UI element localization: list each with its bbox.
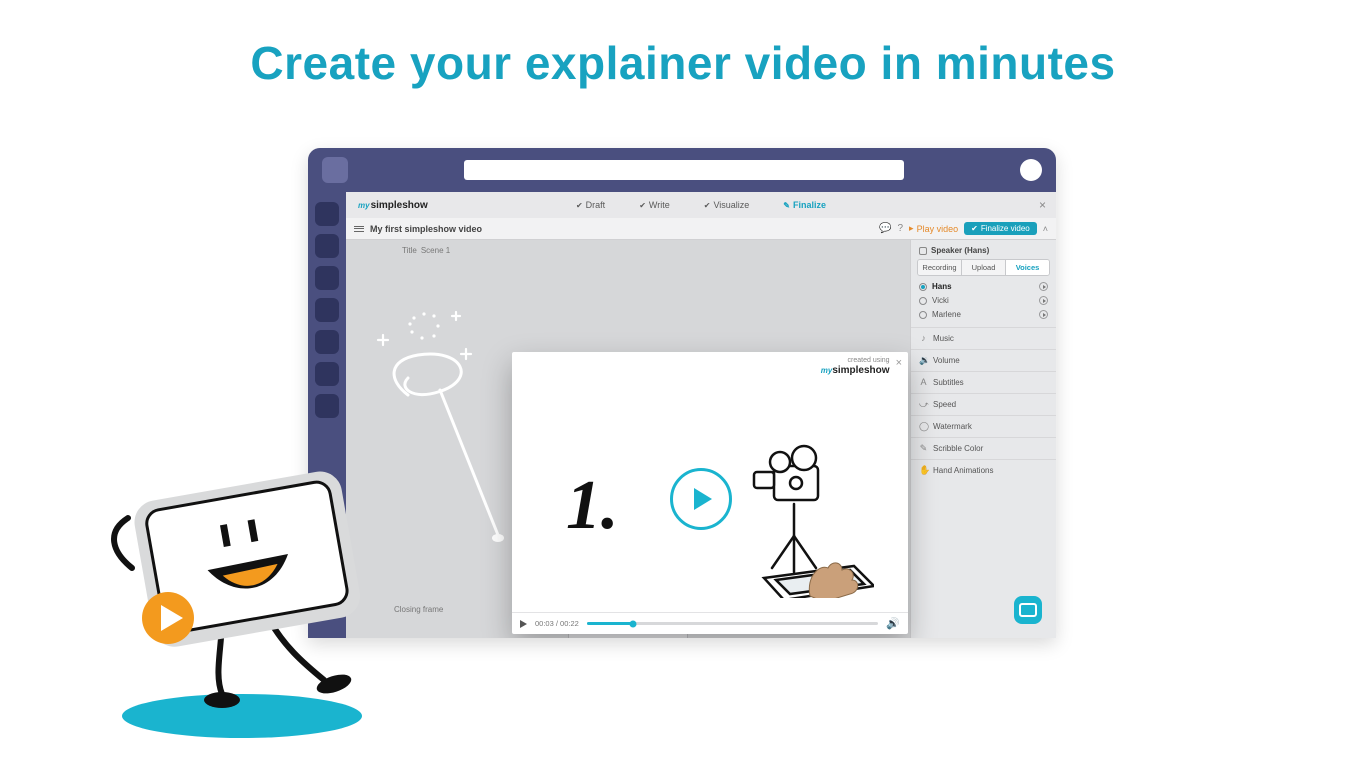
volume-icon: 🔉 [919,356,928,365]
mic-icon [919,247,927,255]
step-draft[interactable]: ✔Draft [576,200,605,210]
rail-item[interactable] [315,394,339,418]
rail-item[interactable] [315,362,339,386]
chat-icon[interactable]: 💬 [879,223,891,234]
rail-item[interactable] [315,266,339,290]
preview-voice-icon[interactable] [1039,310,1048,319]
app-menu-icon[interactable] [322,157,348,183]
project-title: My first simpleshow video [370,224,482,234]
play-icon: ▸ [909,223,914,234]
setting-scribble[interactable]: ✎Scribble Color [911,437,1056,459]
close-icon[interactable]: × [896,357,902,369]
speaker-tabs: Recording Upload Voices [917,259,1050,276]
speaker-section[interactable]: Speaker (Hans) [911,240,1056,259]
simpleshow-app: mysimpleshow ✔Draft ✔Write ✔Visualize ✎F… [346,192,1056,638]
hand-icon: ✋ [919,466,928,475]
finalize-video-button[interactable]: ✔ Finalize video [964,222,1037,235]
voice-option[interactable]: Marlene [919,310,1048,319]
canvas-area: TitleScene 1 Closing frame [346,240,910,638]
play-icon[interactable] [520,620,527,628]
preview-voice-icon[interactable] [1039,282,1048,291]
setting-hand[interactable]: ✋Hand Animations [911,459,1056,481]
video-controls: 00:03 / 00:22 🔊 [512,612,908,634]
rail-item[interactable] [315,298,339,322]
scene-label: TitleScene 1 [402,246,450,255]
time-display: 00:03 / 00:22 [535,619,579,628]
setting-watermark[interactable]: ◯Watermark [911,415,1056,437]
video-frame[interactable]: 1 [512,380,908,612]
setting-volume[interactable]: 🔉Volume [911,349,1056,371]
voice-option[interactable]: Hans [919,282,1048,291]
created-using-label: created using mysimpleshow [821,357,890,376]
play-button[interactable] [670,468,732,530]
setting-subtitles[interactable]: ASubtitles [911,371,1056,393]
step-number: 1 [566,466,619,546]
tab-upload[interactable]: Upload [961,260,1005,275]
wizard-ribbon: mysimpleshow ✔Draft ✔Write ✔Visualize ✎F… [346,192,1056,218]
seek-bar[interactable] [587,622,879,625]
radio-icon [919,283,927,291]
video-preview-modal: created using mysimpleshow × 1 [512,352,908,634]
settings-panel: Speaker (Hans) Recording Upload Voices H… [910,240,1056,638]
step-finalize[interactable]: ✎Finalize [783,200,826,210]
rail-item[interactable] [315,330,339,354]
close-icon[interactable]: × [1029,198,1056,212]
help-icon[interactable]: ? [897,223,903,234]
setting-music[interactable]: ♪Music [911,327,1056,349]
camera-illustration [724,418,874,598]
rail-item[interactable] [315,202,339,226]
mascot-illustration [72,448,382,748]
volume-icon[interactable]: 🔊 [886,617,900,630]
setting-speed[interactable]: ⤻Speed [911,393,1056,415]
watermark-icon: ◯ [919,422,928,431]
tab-voices[interactable]: Voices [1005,260,1049,275]
window-titlebar [308,148,1056,192]
step-visualize[interactable]: ✔Visualize [704,200,750,210]
window-search-input[interactable] [464,160,904,180]
profile-avatar[interactable] [1020,159,1042,181]
tab-recording[interactable]: Recording [918,260,961,275]
brand-logo: mysimpleshow [346,200,440,211]
step-write[interactable]: ✔Write [639,200,670,210]
voice-option[interactable]: Vicki [919,296,1048,305]
closing-frame-label: Closing frame [394,605,443,614]
subtitles-icon: A [919,378,928,387]
support-chat-button[interactable] [1014,596,1042,624]
speed-icon: ⤻ [919,400,928,409]
check-icon: ✔ [971,224,978,233]
play-video-button[interactable]: ▸ Play video [909,223,958,234]
wand-illustration [368,310,518,550]
music-icon: ♪ [919,334,928,343]
page-headline: Create your explainer video in minutes [0,36,1366,90]
preview-voice-icon[interactable] [1039,296,1048,305]
menu-icon[interactable] [354,226,364,232]
app-window: mysimpleshow ✔Draft ✔Write ✔Visualize ✎F… [308,148,1056,638]
rail-item[interactable] [315,234,339,258]
chevron-up-icon[interactable]: ˄ [1043,224,1048,234]
radio-icon [919,297,927,305]
pencil-icon: ✎ [919,444,928,453]
project-toolbar: My first simpleshow video 💬 ? ▸ Play vid… [346,218,1056,240]
radio-icon [919,311,927,319]
